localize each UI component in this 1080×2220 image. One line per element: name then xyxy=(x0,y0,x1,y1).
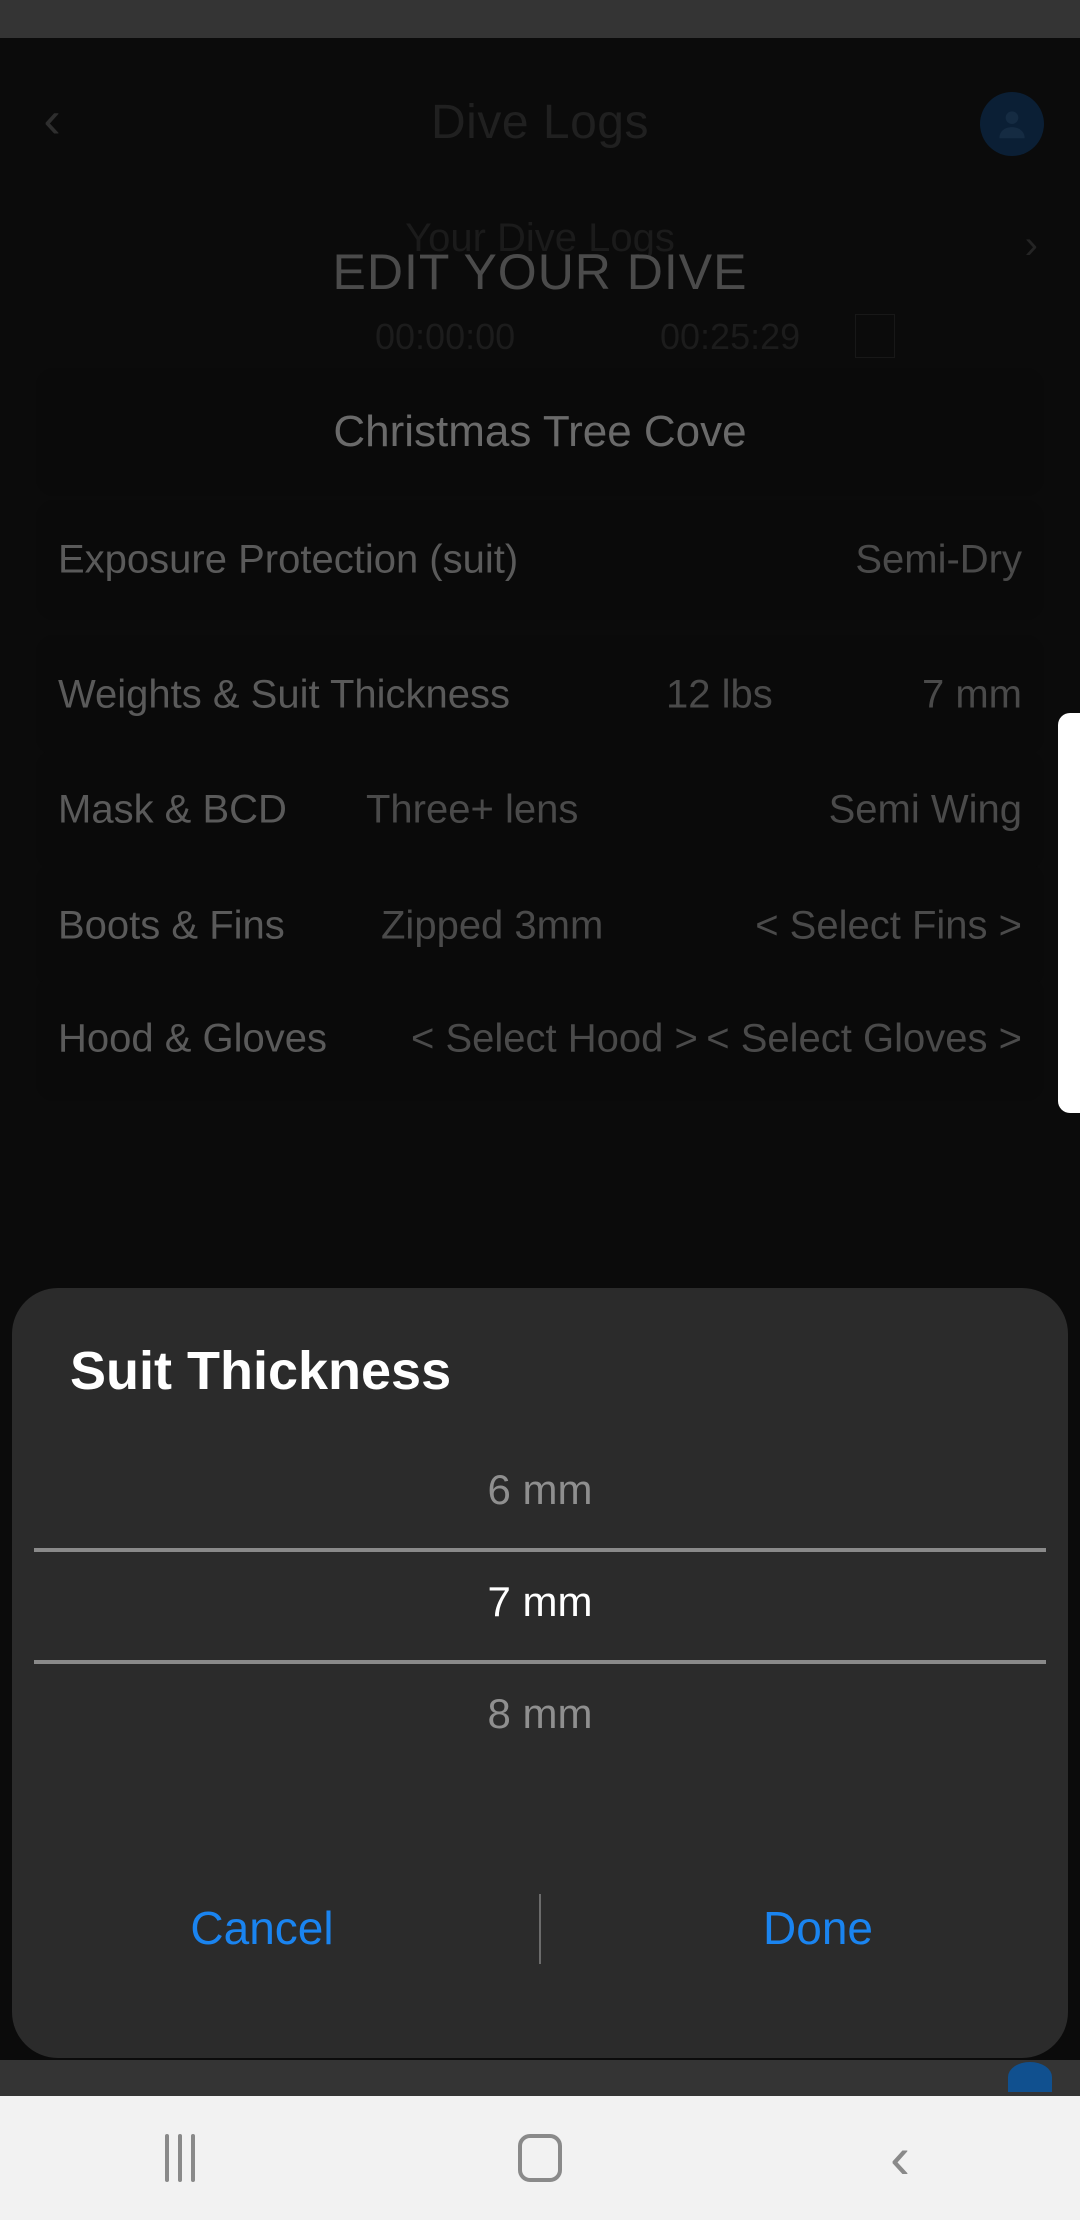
floating-action-dot[interactable] xyxy=(1008,2062,1052,2092)
avatar-glyph xyxy=(999,111,1025,139)
row-exposure-protection[interactable]: Exposure Protection (suit) Semi-Dry xyxy=(36,500,1044,620)
status-bar xyxy=(0,0,1080,38)
picker-selection-line-top xyxy=(34,1548,1046,1552)
row-value-fins[interactable]: < Select Fins > xyxy=(755,903,1022,948)
back-button[interactable]: ‹ xyxy=(830,2096,970,2220)
row-value-gloves[interactable]: < Select Gloves > xyxy=(706,1016,1022,1061)
row-weights-suit-thickness[interactable]: Weights & Suit Thickness 12 lbs 7 mm xyxy=(36,635,1044,755)
picker-option-next[interactable]: 8 mm xyxy=(12,1690,1068,1738)
row-label: Mask & BCD xyxy=(58,787,287,832)
time-unit-box xyxy=(855,314,895,358)
row-label: Weights & Suit Thickness xyxy=(58,672,511,717)
row-hood-gloves[interactable]: Hood & Gloves < Select Hood > < Select G… xyxy=(36,976,1044,1101)
cancel-button[interactable]: Cancel xyxy=(112,1878,412,1978)
home-button[interactable] xyxy=(470,2096,610,2220)
row-label: Exposure Protection (suit) xyxy=(58,537,519,582)
bottom-strip xyxy=(0,2060,1080,2096)
dive-elapsed-time: 00:25:29 xyxy=(660,316,801,357)
dive-site-field[interactable]: Christmas Tree Cove xyxy=(36,368,1044,496)
done-button[interactable]: Done xyxy=(668,1878,968,1978)
home-icon xyxy=(518,2134,562,2182)
row-label: Boots & Fins xyxy=(58,903,285,947)
row-boots-fins[interactable]: Boots & Fins Zipped 3mm < Select Fins > xyxy=(36,863,1044,988)
row-label: Hood & Gloves xyxy=(58,1016,328,1060)
row-value-weights[interactable]: 12 lbs xyxy=(666,673,773,718)
recents-icon xyxy=(165,2134,195,2182)
picker-option-previous[interactable]: 6 mm xyxy=(12,1466,1068,1514)
recents-button[interactable] xyxy=(110,2096,250,2220)
modal-title: Suit Thickness xyxy=(70,1341,452,1401)
modal-actions: Cancel Done xyxy=(12,1878,1068,1988)
system-navigation-bar: ‹ xyxy=(0,2096,1080,2220)
action-divider xyxy=(539,1894,541,1964)
dive-start-time: 00:00:00 xyxy=(375,316,516,357)
row-mask-bcd[interactable]: Mask & BCD Three+ lens Semi Wing xyxy=(36,750,1044,870)
back-icon: ‹ xyxy=(890,2124,910,2191)
user-avatar-icon[interactable] xyxy=(980,92,1044,156)
suit-thickness-picker[interactable]: 6 mm 7 mm 8 mm xyxy=(12,1448,1068,1878)
row-value-bcd[interactable]: Semi Wing xyxy=(829,788,1022,833)
dive-times: 00:00:00 00:25:29 xyxy=(0,314,1080,360)
app-header: ‹ Dive Logs xyxy=(0,78,1080,168)
picker-option-selected[interactable]: 7 mm xyxy=(12,1578,1068,1626)
dive-site-name: Christmas Tree Cove xyxy=(333,407,747,456)
row-value-thickness[interactable]: 7 mm xyxy=(922,673,1022,718)
row-value-mask[interactable]: Three+ lens xyxy=(366,788,578,833)
row-value-hood[interactable]: < Select Hood > xyxy=(411,1016,698,1061)
suit-thickness-modal: Suit Thickness 6 mm 7 mm 8 mm Cancel Don… xyxy=(12,1288,1068,2058)
vertical-scrollbar[interactable] xyxy=(1058,713,1080,1113)
phone-screen: ‹ Dive Logs Your Dive Logs › EDIT YOUR D… xyxy=(0,0,1080,2220)
picker-selection-line-bottom xyxy=(34,1660,1046,1664)
page-title: Dive Logs xyxy=(431,96,649,149)
row-value-right[interactable]: Semi-Dry xyxy=(855,538,1022,583)
row-value-boots[interactable]: Zipped 3mm xyxy=(381,903,603,948)
edit-dive-heading: EDIT YOUR DIVE xyxy=(332,244,748,300)
